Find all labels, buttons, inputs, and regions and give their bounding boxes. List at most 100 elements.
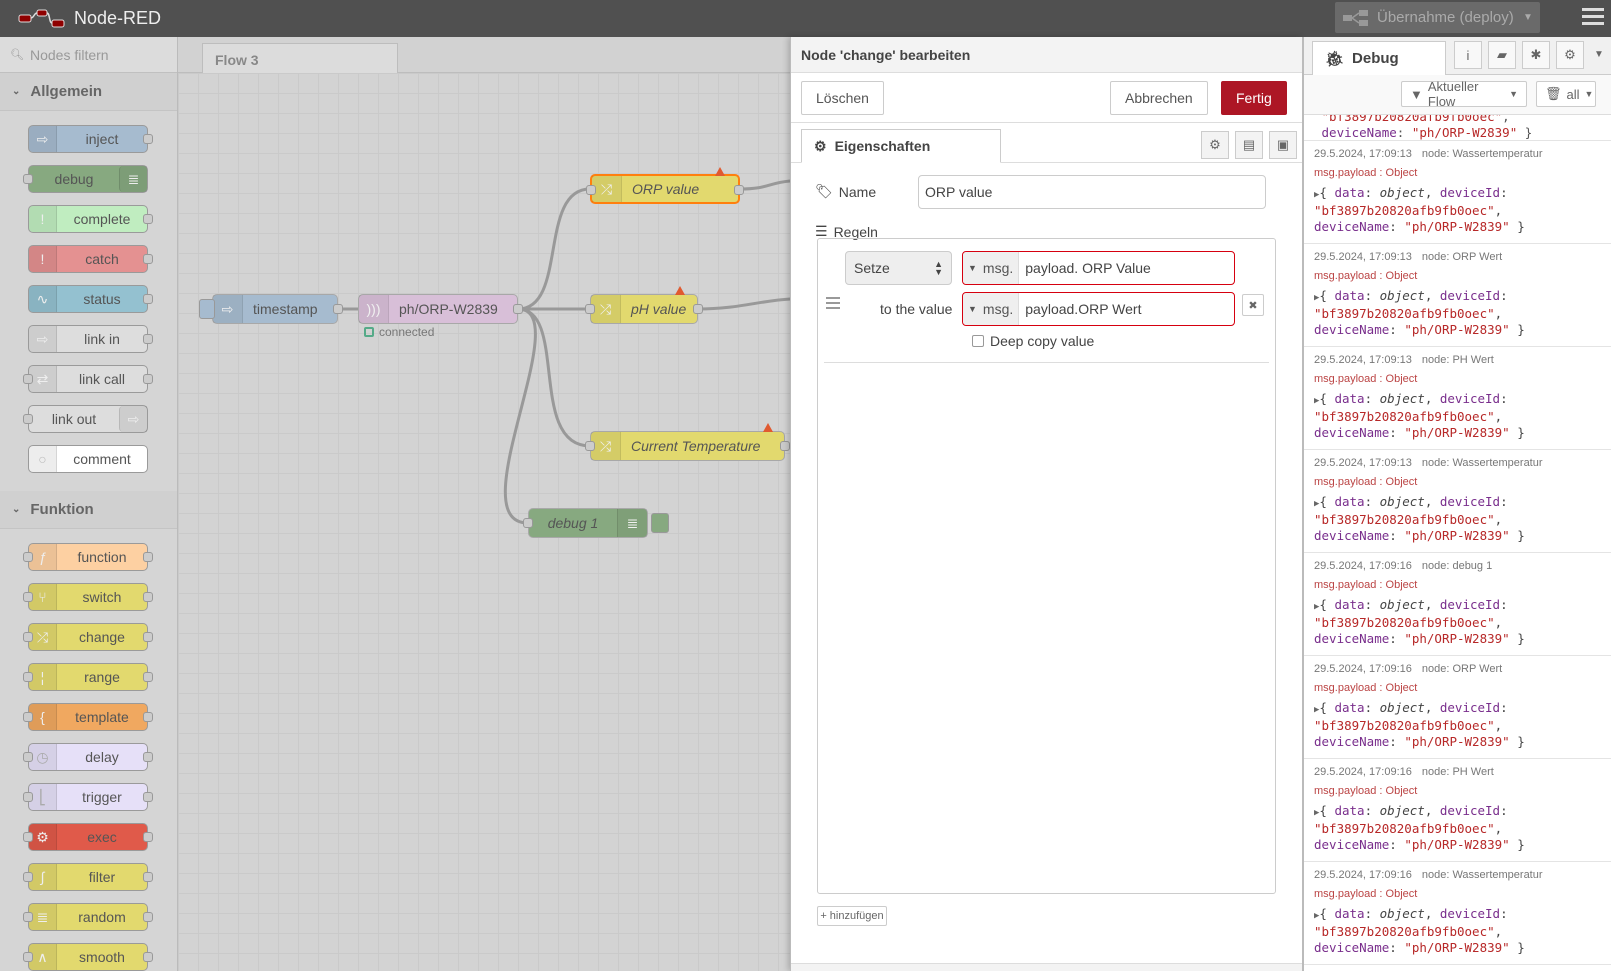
palette-node-trigger[interactable]: ⎣ trigger xyxy=(23,783,153,811)
deep-copy-checkbox[interactable] xyxy=(972,335,984,347)
debug-message[interactable]: 29.5.2024, 17:09:16 node: debug 1 msg.payl… xyxy=(1304,553,1611,656)
palette-node-debug[interactable]: debug ≣ xyxy=(23,165,148,193)
message-payload[interactable]: ▶{ data: object, deviceId: "bf3897b20820a… xyxy=(1314,494,1604,544)
app-logo[interactable]: Node-RED xyxy=(18,8,161,29)
inject-button[interactable] xyxy=(199,299,215,319)
expand-caret-icon[interactable]: ▶ xyxy=(1314,705,1319,715)
debug-message[interactable]: 29.5.2024, 17:09:13 node: PH Wert msg.payl… xyxy=(1304,347,1611,450)
palette-node-random[interactable]: ≣ random xyxy=(23,903,153,931)
clear-debug-button[interactable]: 🗑︎ all ▼ xyxy=(1536,81,1596,107)
debug-tab-button[interactable]: ✱ xyxy=(1522,41,1550,69)
debug-message-partial[interactable]: "bf3897b20820afb9fb0oec", deviceName: "p… xyxy=(1304,115,1611,141)
expand-caret-icon[interactable]: ▶ xyxy=(1314,911,1319,921)
palette-node-exec[interactable]: ⚙ exec xyxy=(23,823,153,851)
delete-button[interactable]: Löschen xyxy=(801,81,884,115)
palette-node-smooth[interactable]: ∧ smooth xyxy=(23,943,153,971)
rule-action-select[interactable]: Setze ▲ ▼ xyxy=(845,251,952,285)
palette-node-function[interactable]: ƒ function xyxy=(23,543,153,571)
palette-search-input[interactable]: 🔍︎ Nodes filtern xyxy=(0,37,177,73)
input-port[interactable] xyxy=(586,185,596,195)
message-payload[interactable]: ▶{ data: object, deviceId: "bf3897b20820a… xyxy=(1314,185,1604,235)
appearance-tab-button[interactable]: ▣ xyxy=(1269,131,1297,159)
message-node[interactable]: node: ORP Wert xyxy=(1422,251,1502,263)
message-node[interactable]: node: Wassertemperatur xyxy=(1422,869,1543,881)
help-tab-button[interactable]: ▰ xyxy=(1488,41,1516,69)
palette-node-catch[interactable]: ! catch xyxy=(28,245,153,273)
message-node[interactable]: node: PH Wert xyxy=(1422,766,1494,778)
palette-node-inject[interactable]: ⇨ inject xyxy=(28,125,153,153)
done-button[interactable]: Fertig xyxy=(1221,81,1287,115)
debug-message[interactable]: 29.5.2024, 17:09:16 node: PH Wert msg.payl… xyxy=(1304,759,1611,862)
palette-category-funktion[interactable]: ⌄ Funktion xyxy=(0,491,177,529)
flow-node-debug-1[interactable]: debug 1 ≣ xyxy=(523,508,669,538)
output-port[interactable] xyxy=(693,304,703,314)
palette-node-comment[interactable]: ○ comment xyxy=(28,445,148,473)
message-node[interactable]: node: Wassertemperatur xyxy=(1422,148,1543,160)
output-port[interactable] xyxy=(513,304,523,314)
cancel-button[interactable]: Abbrechen xyxy=(1110,81,1208,115)
debug-message[interactable]: 29.5.2024, 17:09:13 node: Wassertemperatu… xyxy=(1304,141,1611,244)
message-node[interactable]: node: PH Wert xyxy=(1422,354,1494,366)
expand-caret-icon[interactable]: ▶ xyxy=(1314,293,1319,303)
message-node[interactable]: node: ORP Wert xyxy=(1422,663,1502,675)
rule-source-input[interactable]: ▼ msg. payload.ORP Wert xyxy=(962,292,1235,326)
output-port[interactable] xyxy=(780,441,790,451)
palette-node-link-in[interactable]: ⇨ link in xyxy=(28,325,153,353)
rule-target-input[interactable]: ▼ msg. payload. ORP Value xyxy=(962,251,1235,285)
chevron-down-icon[interactable]: ▼ xyxy=(1516,12,1540,23)
flow-node-ph-value[interactable]: ⤮ pH value xyxy=(585,286,703,324)
flow-node-mqtt-in[interactable]: ))) ph/ORP-W2839 xyxy=(358,294,523,324)
expand-caret-icon[interactable]: ▶ xyxy=(1314,808,1319,818)
input-port[interactable] xyxy=(585,441,595,451)
input-port[interactable] xyxy=(585,304,595,314)
message-node[interactable]: node: Wassertemperatur xyxy=(1422,457,1543,469)
expand-caret-icon[interactable]: ▶ xyxy=(1314,190,1319,200)
debug-message-list[interactable]: "bf3897b20820afb9fb0oec", deviceName: "p… xyxy=(1304,115,1611,971)
input-port[interactable] xyxy=(523,518,533,528)
expand-caret-icon[interactable]: ▶ xyxy=(1314,396,1319,406)
palette-category-allgemein[interactable]: ⌄ Allgemein xyxy=(0,73,177,111)
tab-flow-3[interactable]: Flow 3 xyxy=(202,43,398,74)
tab-debug[interactable]: 🐞︎ Debug xyxy=(1312,41,1446,75)
message-node[interactable]: node: debug 1 xyxy=(1422,560,1492,572)
message-payload[interactable]: ▶{ data: object, deviceId: "bf3897b20820a… xyxy=(1314,803,1604,853)
palette-node-change[interactable]: ⤮ change xyxy=(23,623,153,651)
message-payload[interactable]: ▶{ data: object, deviceId: "bf3897b20820a… xyxy=(1314,288,1604,338)
debug-toggle-button[interactable] xyxy=(651,513,669,533)
debug-message[interactable]: 29.5.2024, 17:09:16 node: Wassertemperatu… xyxy=(1304,862,1611,965)
palette-node-switch[interactable]: ⑂ switch xyxy=(23,583,153,611)
palette-node-link-out[interactable]: link out ⇨ xyxy=(23,405,148,433)
output-port[interactable] xyxy=(333,304,343,314)
flow-node-orp-value[interactable]: ⤮ ORP value xyxy=(586,167,744,204)
palette-node-status[interactable]: ∿ status xyxy=(28,285,153,313)
message-payload[interactable]: ▶{ data: object, deviceId: "bf3897b20820a… xyxy=(1314,700,1604,750)
expand-caret-icon[interactable]: ▶ xyxy=(1314,499,1319,509)
source-type-selector[interactable]: ▼ msg. xyxy=(963,293,1020,325)
config-tab-button[interactable]: ⚙ xyxy=(1556,41,1584,69)
palette-node-template[interactable]: {template xyxy=(23,703,153,731)
drag-handle-icon[interactable] xyxy=(826,297,840,309)
message-payload[interactable]: ▶{ data: object, deviceId: "bf3897b20820a… xyxy=(1314,391,1604,441)
info-tab-button[interactable]: i xyxy=(1454,41,1482,69)
target-type-selector[interactable]: ▼ msg. xyxy=(963,252,1020,284)
palette-node-delay[interactable]: ◷ delay xyxy=(23,743,153,771)
palette-node-link-call[interactable]: ⇄ link call xyxy=(23,365,153,393)
output-port[interactable] xyxy=(734,185,744,195)
settings-tab-button[interactable]: ⚙ xyxy=(1201,131,1229,159)
deep-copy-option[interactable]: Deep copy value xyxy=(972,333,1094,349)
tab-properties[interactable]: ⚙ Eigenschaften xyxy=(801,129,1001,163)
palette-node-range[interactable]: ¦ range xyxy=(23,663,153,691)
deploy-button[interactable]: Übernahme (deploy) ▼ xyxy=(1335,2,1540,33)
add-rule-button[interactable]: + hinzufügen xyxy=(817,906,887,926)
palette-node-complete[interactable]: ! complete xyxy=(28,205,153,233)
flow-node-current-temperature[interactable]: ⤮ Current Temperature xyxy=(585,423,790,461)
message-payload[interactable]: ▶{ data: object, deviceId: "bf3897b20820a… xyxy=(1314,906,1604,956)
name-input[interactable]: ORP value xyxy=(918,175,1266,209)
expand-caret-icon[interactable]: ▶ xyxy=(1314,602,1319,612)
flow-canvas[interactable]: ⇨ timestamp ))) ph/ORP-W2839 connected ⤮… xyxy=(178,73,790,971)
debug-message[interactable]: 29.5.2024, 17:09:13 node: Wassertemperatu… xyxy=(1304,450,1611,553)
debug-message[interactable]: 29.5.2024, 17:09:16 node: ORP Wert msg.pay… xyxy=(1304,656,1611,759)
description-tab-button[interactable]: ▤ xyxy=(1235,131,1263,159)
chevron-down-icon[interactable]: ▼ xyxy=(1594,49,1604,60)
message-payload[interactable]: ▶{ data: object, deviceId: "bf3897b20820a… xyxy=(1314,597,1604,647)
